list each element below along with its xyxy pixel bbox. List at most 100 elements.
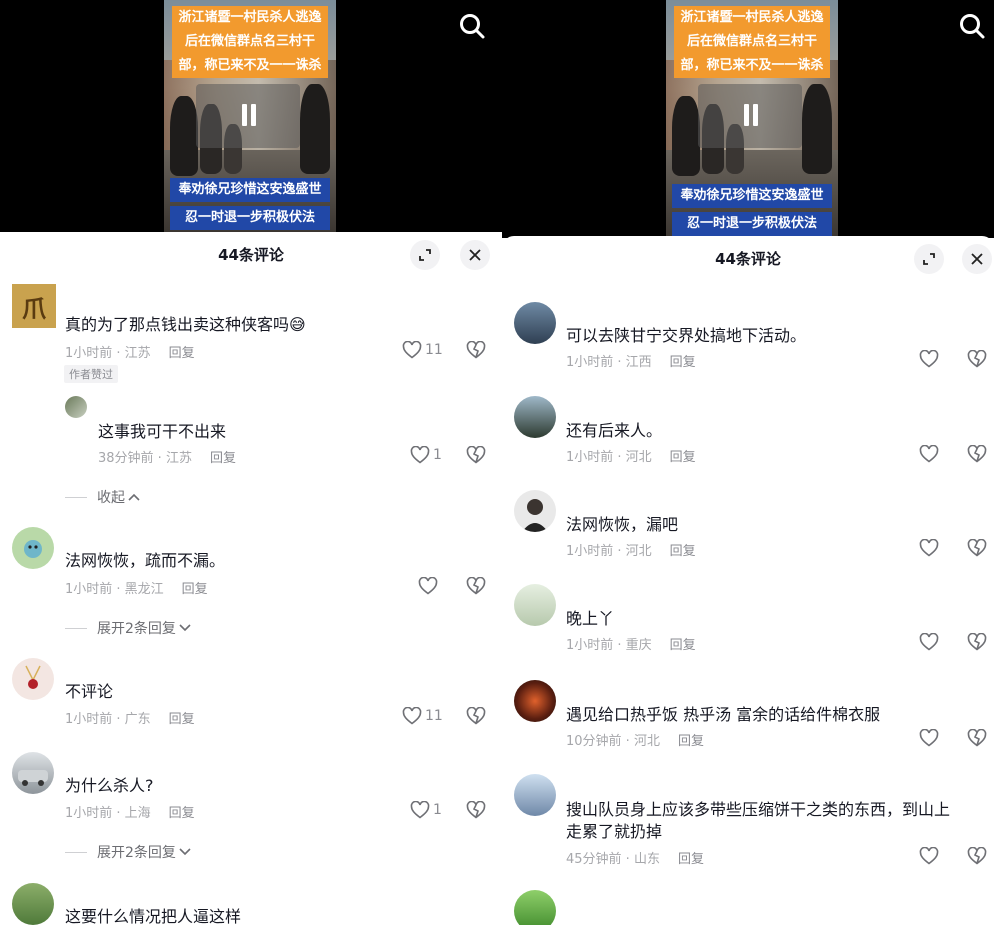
comment-text: 搜山队员身上应该多带些压缩饼干之类的东西，到山上 bbox=[566, 800, 951, 819]
avatar[interactable] bbox=[514, 396, 556, 438]
like-button[interactable]: 1 bbox=[410, 446, 442, 464]
comment-meta: 45分钟前 · 山东 回复 bbox=[566, 852, 704, 867]
comment-text: 可以去陕甘宁交界处搞地下活动。 bbox=[566, 326, 807, 345]
like-button[interactable]: 11 bbox=[402, 341, 443, 359]
like-button[interactable] bbox=[418, 577, 438, 595]
comment-text: 晚上丫 bbox=[566, 609, 615, 628]
avatar[interactable] bbox=[514, 680, 556, 722]
expand-icon[interactable] bbox=[410, 240, 440, 270]
dislike-icon[interactable] bbox=[466, 341, 486, 359]
reply-button[interactable]: 回复 bbox=[210, 451, 236, 466]
comment-text: 真的为了那点钱出卖这种侠客吗😅 bbox=[65, 315, 306, 334]
comment-text: 这要什么情况把人逼这样 bbox=[65, 907, 242, 925]
heart-icon[interactable] bbox=[919, 729, 939, 747]
comment-sheet-header: 44条评论 bbox=[0, 232, 502, 272]
reply-button[interactable]: 回复 bbox=[678, 734, 704, 749]
comment-meta: 1小时前 · 河北 回复 bbox=[566, 450, 696, 465]
heart-icon bbox=[410, 801, 430, 819]
video-caption-top: 浙江诸暨一村民杀人逃逸 后在微信群点名三村干 部，称已来不及一一诛杀 bbox=[674, 6, 830, 78]
dislike-icon[interactable] bbox=[967, 445, 987, 463]
video-player[interactable]: 浙江诸暨一村民杀人逃逸 后在微信群点名三村干 部，称已来不及一一诛杀 奉劝徐兄珍… bbox=[0, 0, 502, 232]
dislike-icon[interactable] bbox=[967, 350, 987, 368]
search-icon[interactable] bbox=[458, 12, 486, 40]
dislike-icon[interactable] bbox=[466, 707, 486, 725]
avatar[interactable] bbox=[12, 658, 54, 700]
comment-meta: 1小时前 · 黑龙江 回复 bbox=[65, 582, 208, 597]
reply-button[interactable]: 回复 bbox=[182, 582, 208, 597]
search-icon[interactable] bbox=[958, 12, 986, 40]
avatar[interactable] bbox=[12, 883, 54, 925]
chevron-down-icon bbox=[179, 624, 191, 632]
comment-text: 还有后来人。 bbox=[566, 421, 663, 440]
phone-screen-overlay bbox=[698, 84, 802, 148]
reply-button[interactable]: 回复 bbox=[169, 806, 195, 821]
comment-meta: 1小时前 · 河北 回复 bbox=[566, 544, 696, 559]
like-button[interactable]: 1 bbox=[410, 801, 442, 819]
comment-meta: 10分钟前 · 河北 回复 bbox=[566, 734, 704, 749]
comment-meta: 1小时前 · 江西 回复 bbox=[566, 355, 696, 370]
dislike-icon[interactable] bbox=[967, 539, 987, 557]
heart-icon bbox=[402, 341, 422, 359]
left-screenshot: 浙江诸暨一村民杀人逃逸 后在微信群点名三村干 部，称已来不及一一诛杀 奉劝徐兄珍… bbox=[0, 0, 502, 925]
video-frame: 浙江诸暨一村民杀人逃逸 后在微信群点名三村干 部，称已来不及一一诛杀 奉劝徐兄珍… bbox=[666, 0, 838, 238]
heart-icon[interactable] bbox=[919, 633, 939, 651]
dislike-icon[interactable] bbox=[466, 577, 486, 595]
comment-text: 这事我可干不出来 bbox=[98, 422, 227, 441]
reply-button[interactable]: 回复 bbox=[670, 355, 696, 370]
avatar[interactable] bbox=[514, 490, 556, 532]
video-caption-top: 浙江诸暨一村民杀人逃逸 后在微信群点名三村干 部，称已来不及一一诛杀 bbox=[172, 6, 328, 78]
heart-icon bbox=[410, 446, 430, 464]
dislike-icon[interactable] bbox=[967, 729, 987, 747]
author-liked-badge: 作者赞过 bbox=[64, 365, 118, 383]
collapse-replies-button[interactable]: 收起 bbox=[65, 487, 140, 507]
dislike-icon[interactable] bbox=[466, 446, 486, 464]
comment-meta: 1小时前 · 重庆 回复 bbox=[566, 638, 696, 653]
reply-button[interactable]: 回复 bbox=[670, 638, 696, 653]
avatar[interactable] bbox=[12, 752, 54, 794]
comment-meta: 1小时前 · 广东 回复 bbox=[65, 712, 195, 727]
video-player[interactable]: 浙江诸暨一村民杀人逃逸 后在微信群点名三村干 部，称已来不及一一诛杀 奉劝徐兄珍… bbox=[502, 0, 994, 238]
avatar[interactable] bbox=[514, 584, 556, 626]
avatar[interactable] bbox=[514, 890, 556, 925]
comment-text-line-2: 走累了就扔掉 bbox=[566, 822, 663, 841]
video-caption-bottom: 奉劝徐兄珍惜这安逸盛世 忍一时退一步积极伏法 bbox=[672, 180, 832, 236]
expand-replies-button[interactable]: 展开2条回复 bbox=[65, 618, 191, 638]
comment-sheet-header: 44条评论 bbox=[502, 236, 994, 276]
avatar[interactable] bbox=[514, 302, 556, 344]
comment-meta: 38分钟前 · 江苏 回复 bbox=[98, 451, 236, 466]
heart-icon[interactable] bbox=[919, 847, 939, 865]
heart-icon[interactable] bbox=[919, 445, 939, 463]
video-frame: 浙江诸暨一村民杀人逃逸 后在微信群点名三村干 部，称已来不及一一诛杀 奉劝徐兄珍… bbox=[164, 0, 336, 232]
dislike-icon[interactable] bbox=[466, 801, 486, 819]
heart-icon[interactable] bbox=[919, 350, 939, 368]
like-button[interactable]: 11 bbox=[402, 707, 443, 725]
pause-icon[interactable] bbox=[240, 104, 258, 126]
video-caption-bottom: 奉劝徐兄珍惜这安逸盛世 忍一时退一步积极伏法 bbox=[170, 174, 330, 230]
dislike-icon[interactable] bbox=[967, 633, 987, 651]
avatar[interactable]: 爪 bbox=[12, 284, 56, 328]
right-screenshot: 浙江诸暨一村民杀人逃逸 后在微信群点名三村干 部，称已来不及一一诛杀 奉劝徐兄珍… bbox=[502, 0, 994, 925]
comment-text: 遇见给口热乎饭 热乎汤 富余的话给件棉衣服 bbox=[566, 705, 881, 724]
phone-screen-overlay bbox=[196, 84, 300, 148]
chevron-down-icon bbox=[179, 848, 191, 856]
comment-text: 为什么杀人? bbox=[65, 776, 154, 795]
reply-button[interactable]: 回复 bbox=[678, 852, 704, 867]
comment-text: 法网恢恢，疏而不漏。 bbox=[65, 551, 226, 570]
heart-icon[interactable] bbox=[919, 539, 939, 557]
reply-button[interactable]: 回复 bbox=[169, 346, 195, 361]
pause-icon[interactable] bbox=[742, 104, 760, 126]
avatar[interactable] bbox=[12, 527, 54, 569]
dislike-icon[interactable] bbox=[967, 847, 987, 865]
heart-icon bbox=[402, 707, 422, 725]
comment-text: 法网恢恢，漏吧 bbox=[566, 515, 679, 534]
close-icon[interactable] bbox=[962, 244, 992, 274]
expand-replies-button[interactable]: 展开2条回复 bbox=[65, 842, 191, 862]
avatar[interactable] bbox=[514, 774, 556, 816]
reply-button[interactable]: 回复 bbox=[670, 450, 696, 465]
avatar[interactable] bbox=[65, 396, 87, 418]
reply-button[interactable]: 回复 bbox=[670, 544, 696, 559]
expand-icon[interactable] bbox=[914, 244, 944, 274]
close-icon[interactable] bbox=[460, 240, 490, 270]
reply-button[interactable]: 回复 bbox=[169, 712, 195, 727]
comment-meta: 1小时前 · 上海 回复 bbox=[65, 806, 195, 821]
